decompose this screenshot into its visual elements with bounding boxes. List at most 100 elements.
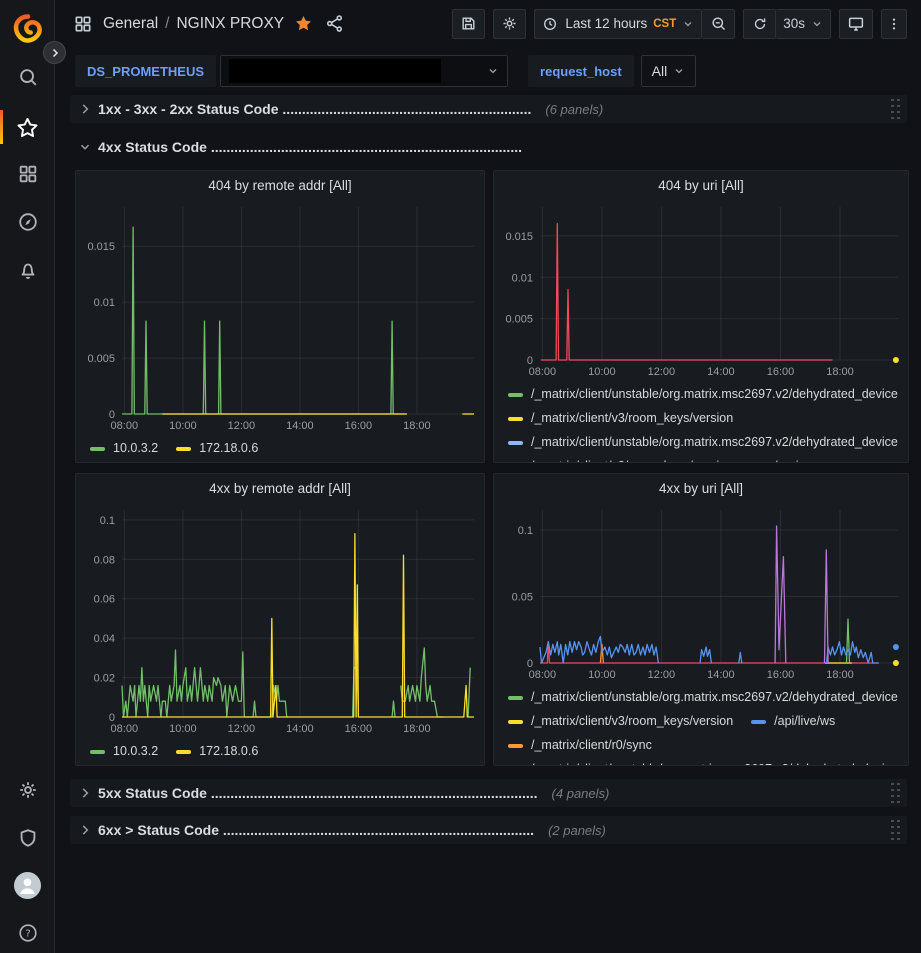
svg-text:0.1: 0.1 <box>100 515 115 527</box>
tv-mode-button[interactable] <box>839 9 873 39</box>
svg-text:12:00: 12:00 <box>648 669 676 681</box>
breadcrumb-separator: / <box>165 15 169 33</box>
time-range-picker[interactable]: Last 12 hours CST <box>534 9 702 39</box>
page-title: NGINX PROXY <box>176 15 284 33</box>
variable-label-ds-prometheus: DS_PROMETHEUS <box>75 55 216 87</box>
row-drag-handle[interactable] <box>891 820 901 841</box>
legend-item[interactable]: 172.18.0.6 <box>176 744 258 758</box>
svg-text:0.05: 0.05 <box>512 592 533 604</box>
svg-text:14:00: 14:00 <box>707 366 735 378</box>
breadcrumb-section[interactable]: General <box>103 15 158 33</box>
legend-item[interactable]: /_matrix/client/r0/sync <box>508 734 652 757</box>
svg-text:14:00: 14:00 <box>286 723 314 735</box>
chevron-right-icon <box>78 823 92 837</box>
chevron-right-icon <box>78 102 92 116</box>
svg-text:0: 0 <box>109 712 115 724</box>
dashboard-header: General / NGINX PROXY Last 12 hours CST <box>55 0 921 47</box>
svg-text:0.04: 0.04 <box>94 633 115 645</box>
favorite-star-icon[interactable] <box>294 14 313 33</box>
legend-item[interactable]: /sw.js <box>751 455 805 462</box>
sidebar-item-configuration[interactable] <box>0 770 55 810</box>
legend-item[interactable]: /_matrix/client/v3/room_keys/version <box>508 407 733 430</box>
panel-404-by-uri: 404 by uri [All] 08:0010:0012:0014:0016:… <box>493 170 909 463</box>
svg-text:16:00: 16:00 <box>345 723 373 735</box>
svg-text:08:00: 08:00 <box>111 420 139 432</box>
panel-404-by-remote-addr: 404 by remote addr [All] 08:0010:0012:00… <box>75 170 485 463</box>
row-1xx-3xx-2xx[interactable]: 1xx - 3xx - 2xx Status Code ............… <box>70 95 907 123</box>
time-series-plot[interactable]: 08:0010:0012:0014:0016:0018:0000.0050.01… <box>76 199 484 434</box>
request-host-select[interactable]: All <box>641 55 697 87</box>
share-icon[interactable] <box>325 14 344 33</box>
kebab-menu-button[interactable] <box>881 9 907 39</box>
svg-text:0.01: 0.01 <box>512 272 533 284</box>
chevron-down-icon <box>673 65 685 77</box>
legend-item[interactable]: 172.18.0.6 <box>176 441 258 455</box>
row-4xx[interactable]: 4xx Status Code ........................… <box>70 133 907 161</box>
time-range-label: Last 12 hours <box>565 16 647 31</box>
svg-text:12:00: 12:00 <box>228 420 256 432</box>
legend-item[interactable]: /_matrix/client/v3/room_keys/version <box>508 710 733 733</box>
svg-text:14:00: 14:00 <box>707 669 735 681</box>
dashboard-toolbar: Last 12 hours CST 30s <box>452 9 907 39</box>
panel-title[interactable]: 4xx by remote addr [All] <box>76 474 484 502</box>
row-drag-handle[interactable] <box>891 99 901 120</box>
svg-text:0: 0 <box>109 409 115 421</box>
request-host-value: All <box>652 63 668 79</box>
svg-text:08:00: 08:00 <box>529 366 557 378</box>
svg-text:12:00: 12:00 <box>648 366 676 378</box>
grafana-logo[interactable] <box>10 12 46 48</box>
refresh-button[interactable] <box>743 9 776 39</box>
svg-text:16:00: 16:00 <box>767 366 795 378</box>
variable-label-request-host: request_host <box>528 55 634 87</box>
panel-title[interactable]: 404 by uri [All] <box>494 171 908 199</box>
panel-legend: /_matrix/client/unstable/org.matrix.msc2… <box>494 683 908 765</box>
panel-legend: /_matrix/client/unstable/org.matrix.msc2… <box>494 380 908 462</box>
legend-item[interactable]: 10.0.3.2 <box>90 744 158 758</box>
legend-item[interactable]: /_matrix/client/unstable/org.matrix.msc2… <box>508 758 898 765</box>
row-drag-handle[interactable] <box>891 783 901 804</box>
time-series-plot[interactable]: 08:0010:0012:0014:0016:0018:0000.050.1 <box>494 502 908 683</box>
dashboard-settings-button[interactable] <box>493 9 526 39</box>
svg-text:0: 0 <box>527 355 533 367</box>
legend-item[interactable]: 10.0.3.2 <box>90 441 158 455</box>
legend-item[interactable]: /_matrix/client/unstable/org.matrix.msc2… <box>508 686 898 709</box>
sidebar-item-alerting[interactable] <box>0 250 55 290</box>
legend-item[interactable]: /_matrix/client/unstable/org.matrix.msc2… <box>508 431 898 454</box>
sidebar-item-help[interactable]: ? <box>0 913 55 953</box>
save-dashboard-button[interactable] <box>452 9 485 39</box>
sidebar-item-dashboards[interactable] <box>0 154 55 194</box>
time-series-plot[interactable]: 08:0010:0012:0014:0016:0018:0000.0050.01… <box>494 199 908 380</box>
legend-item[interactable]: /_matrix/client/v3/room_keys/version <box>508 455 733 462</box>
legend-item[interactable]: /_matrix/client/unstable/org.matrix.msc2… <box>508 383 898 406</box>
panel-legend: 10.0.3.2 172.18.0.6 <box>76 434 484 462</box>
avatar <box>14 872 41 899</box>
svg-text:18:00: 18:00 <box>826 366 854 378</box>
sidebar-expand-button[interactable] <box>43 41 66 64</box>
chevron-down-icon <box>487 65 499 77</box>
panel-title[interactable]: 404 by remote addr [All] <box>76 171 484 199</box>
sidebar-item-server-admin[interactable] <box>0 818 55 858</box>
svg-text:18:00: 18:00 <box>403 723 431 735</box>
panel-grid: 404 by remote addr [All] 08:0010:0012:00… <box>75 170 907 766</box>
row-6xx[interactable]: 6xx > Status Code ......................… <box>70 816 907 844</box>
sidebar-item-profile[interactable] <box>0 865 55 905</box>
search-icon[interactable] <box>0 57 55 97</box>
svg-text:0.02: 0.02 <box>94 673 115 685</box>
row-title: 1xx - 3xx - 2xx Status Code ............… <box>98 101 531 117</box>
svg-text:14:00: 14:00 <box>286 420 314 432</box>
legend-item[interactable]: /api/live/ws <box>751 710 835 733</box>
refresh-interval-picker[interactable]: 30s <box>776 9 831 39</box>
row-panel-count: (2 panels) <box>548 823 606 838</box>
chevron-down-icon <box>78 140 92 154</box>
panel-title[interactable]: 4xx by uri [All] <box>494 474 908 502</box>
time-series-plot[interactable]: 08:0010:0012:0014:0016:0018:0000.020.040… <box>76 502 484 737</box>
sidebar-item-starred[interactable] <box>0 107 55 147</box>
zoom-out-button[interactable] <box>702 9 735 39</box>
ds-prometheus-select[interactable] <box>220 55 508 87</box>
svg-text:0.06: 0.06 <box>94 594 115 606</box>
dashboard-body: 1xx - 3xx - 2xx Status Code ............… <box>55 87 921 844</box>
row-5xx[interactable]: 5xx Status Code ........................… <box>70 779 907 807</box>
sidebar-item-explore[interactable] <box>0 202 55 242</box>
svg-text:0.015: 0.015 <box>505 231 533 243</box>
svg-text:0.08: 0.08 <box>94 554 115 566</box>
